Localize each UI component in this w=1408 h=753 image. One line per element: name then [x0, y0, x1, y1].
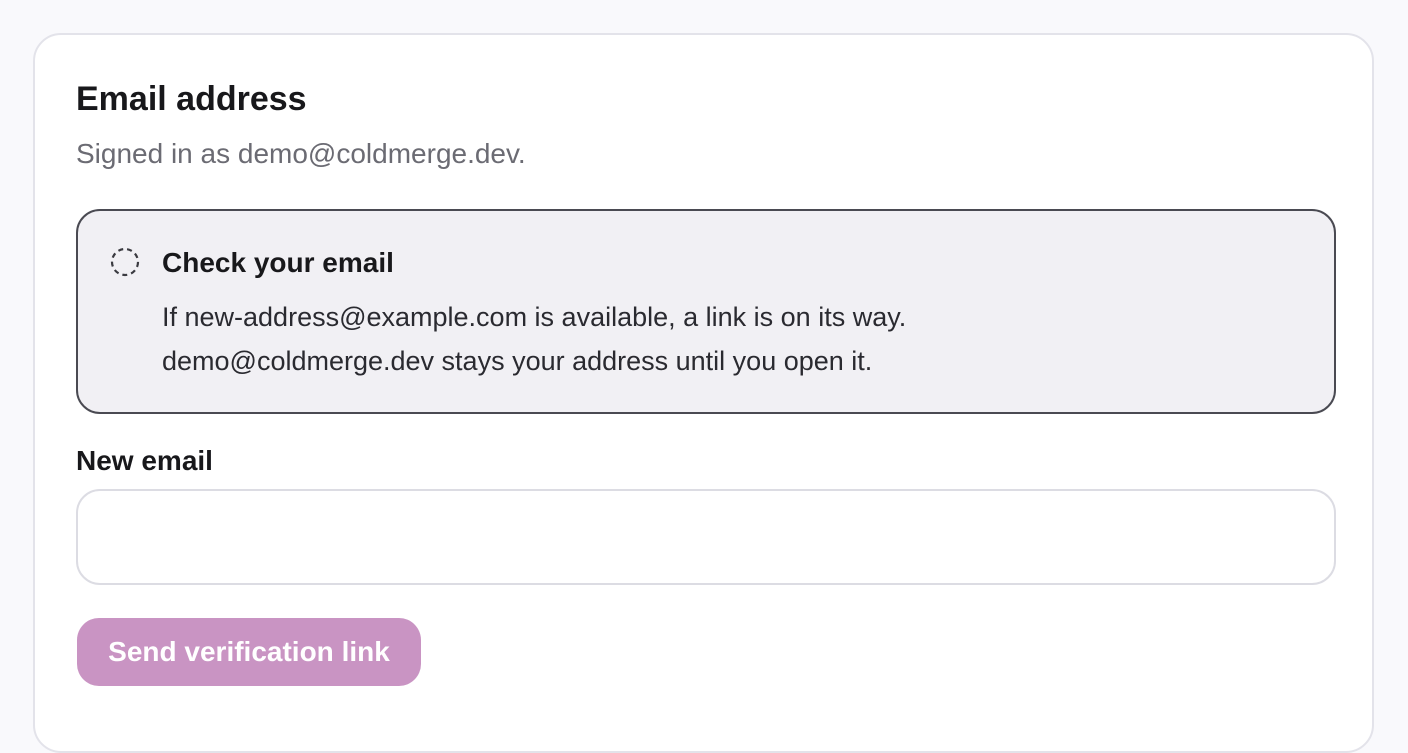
- notice-message-line-1: If new-address@example.com is available,…: [162, 302, 907, 332]
- section-title: Email address: [76, 80, 307, 118]
- pending-dashed-circle-icon: [110, 247, 140, 277]
- send-verification-link-button[interactable]: Send verification link: [77, 618, 421, 686]
- email-settings-card: Email address Signed in as demo@coldmerg…: [33, 33, 1374, 753]
- notice-title: Check your email: [162, 247, 394, 278]
- new-email-input[interactable]: [76, 489, 1336, 585]
- new-email-label: New email: [76, 445, 213, 476]
- notice-message-line-2: demo@coldmerge.dev stays your address un…: [162, 346, 873, 376]
- check-email-notice: Check your email If new-address@example.…: [76, 209, 1336, 414]
- signed-in-text: Signed in as demo@coldmerge.dev.: [76, 138, 526, 169]
